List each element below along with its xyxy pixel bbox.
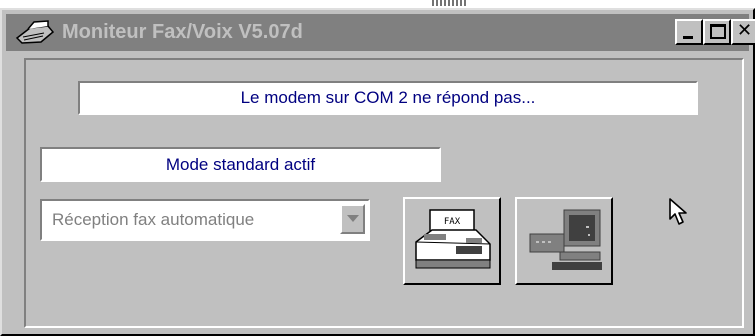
maximize-button[interactable] (703, 19, 731, 45)
reception-mode-value: Réception fax automatique (52, 210, 255, 229)
reception-mode-dropdown[interactable]: Réception fax automatique (40, 199, 370, 241)
fax-mode-button[interactable]: FAX (403, 197, 501, 285)
computer-icon (529, 209, 602, 270)
top-edge-artifact (432, 0, 466, 6)
dropdown-arrow-icon[interactable] (340, 204, 365, 234)
mode-status-field: Mode standard actif (40, 147, 441, 182)
app-fax-icon (15, 20, 55, 44)
computer-mode-button[interactable] (515, 197, 613, 285)
modem-status-field: Le modem sur COM 2 ne répond pas... (78, 81, 698, 115)
close-button[interactable] (731, 19, 755, 45)
window-title: Moniteur Fax/Voix V5.07d (62, 21, 303, 43)
fax-label: FAX (444, 217, 461, 227)
minimize-button[interactable] (675, 19, 703, 45)
fax-machine-icon: FAX (415, 209, 491, 269)
title-bar[interactable]: Moniteur Fax/Voix V5.07d (6, 14, 755, 51)
mouse-pointer-icon (669, 198, 687, 225)
